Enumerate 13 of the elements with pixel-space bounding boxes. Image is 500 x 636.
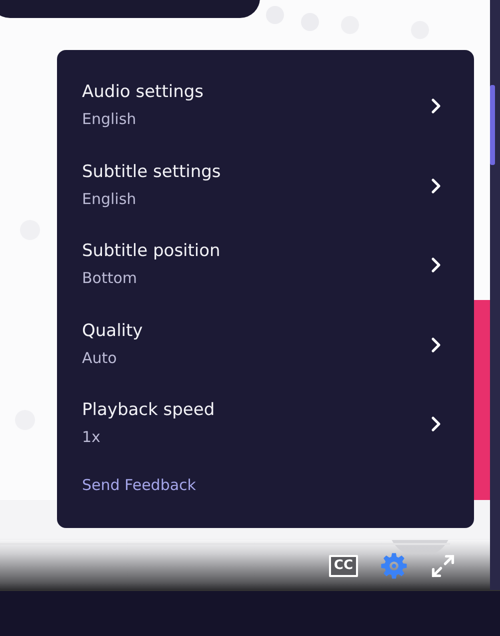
chevron-icon bbox=[430, 416, 442, 432]
chevron-icon bbox=[430, 178, 442, 194]
menu-item[interactable]: Audio settings English bbox=[82, 81, 442, 160]
scrollbar-thumb[interactable] bbox=[490, 85, 495, 165]
captions-button[interactable]: CC bbox=[328, 555, 358, 577]
menu-item[interactable]: Subtitle settings English bbox=[82, 160, 442, 240]
chevron-icon bbox=[430, 257, 442, 273]
settings-icon[interactable] bbox=[380, 552, 408, 580]
menu-item[interactable]: Subtitle position Bottom bbox=[82, 240, 442, 320]
menu-item[interactable]: Quality Auto bbox=[82, 320, 442, 399]
chevron-icon bbox=[430, 98, 442, 114]
fullscreen-icon[interactable] bbox=[430, 553, 456, 579]
chevron-icon bbox=[430, 336, 442, 352]
